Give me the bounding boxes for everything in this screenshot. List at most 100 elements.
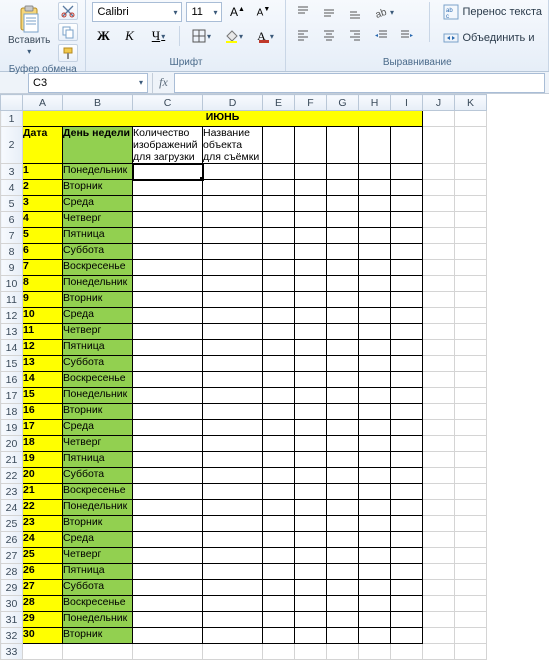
cell[interactable] bbox=[391, 228, 423, 244]
italic-button[interactable]: К bbox=[118, 26, 140, 46]
cell[interactable] bbox=[359, 580, 391, 596]
cell[interactable] bbox=[295, 372, 327, 388]
date-cell[interactable]: 19 bbox=[23, 452, 63, 468]
fill-color-button[interactable]: ▾ bbox=[219, 26, 247, 46]
row-header[interactable]: 11 bbox=[1, 292, 23, 308]
cell[interactable] bbox=[359, 596, 391, 612]
cell[interactable] bbox=[359, 164, 391, 180]
column-header[interactable]: F bbox=[295, 95, 327, 111]
cell[interactable] bbox=[203, 196, 263, 212]
cell[interactable] bbox=[295, 228, 327, 244]
cell[interactable] bbox=[133, 468, 203, 484]
cell[interactable] bbox=[391, 596, 423, 612]
cell[interactable] bbox=[203, 644, 263, 660]
cell[interactable] bbox=[423, 340, 455, 356]
weekday-cell[interactable]: Среда bbox=[63, 308, 133, 324]
name-box[interactable]: C3 ▾ bbox=[28, 73, 148, 93]
copy-button[interactable] bbox=[58, 23, 78, 41]
cell[interactable] bbox=[263, 516, 295, 532]
date-cell[interactable]: 5 bbox=[23, 228, 63, 244]
cell[interactable] bbox=[327, 628, 359, 644]
cell[interactable] bbox=[295, 340, 327, 356]
format-painter-button[interactable] bbox=[58, 44, 78, 62]
cell[interactable] bbox=[133, 484, 203, 500]
row-header[interactable]: 4 bbox=[1, 180, 23, 196]
cell[interactable] bbox=[391, 612, 423, 628]
date-cell[interactable]: 15 bbox=[23, 388, 63, 404]
font-name-combo[interactable]: Calibri ▾ bbox=[92, 2, 182, 22]
shrink-font-button[interactable]: A▼ bbox=[252, 2, 274, 22]
cell[interactable] bbox=[455, 596, 487, 612]
wrap-text-button[interactable]: abc Перенос текста bbox=[441, 2, 542, 22]
cell[interactable] bbox=[423, 580, 455, 596]
cell[interactable] bbox=[327, 548, 359, 564]
header-cell[interactable]: Дата bbox=[23, 127, 63, 164]
cell[interactable] bbox=[133, 324, 203, 340]
row-header[interactable]: 32 bbox=[1, 628, 23, 644]
cell[interactable] bbox=[133, 276, 203, 292]
cell[interactable] bbox=[203, 340, 263, 356]
cell[interactable] bbox=[263, 356, 295, 372]
cell[interactable] bbox=[391, 468, 423, 484]
cell[interactable] bbox=[359, 388, 391, 404]
cell[interactable] bbox=[391, 292, 423, 308]
cell[interactable] bbox=[203, 468, 263, 484]
cell[interactable] bbox=[423, 388, 455, 404]
cell[interactable] bbox=[327, 324, 359, 340]
date-cell[interactable]: 3 bbox=[23, 196, 63, 212]
cell[interactable] bbox=[203, 292, 263, 308]
row-header[interactable]: 8 bbox=[1, 244, 23, 260]
cell[interactable] bbox=[203, 596, 263, 612]
bold-button[interactable]: Ж bbox=[92, 26, 114, 46]
cell[interactable] bbox=[295, 276, 327, 292]
cell[interactable] bbox=[23, 644, 63, 660]
cell[interactable] bbox=[295, 596, 327, 612]
cell[interactable] bbox=[391, 180, 423, 196]
row-header[interactable]: 6 bbox=[1, 212, 23, 228]
cell[interactable] bbox=[295, 484, 327, 500]
cell[interactable] bbox=[391, 356, 423, 372]
weekday-cell[interactable]: Понедельник bbox=[63, 500, 133, 516]
cell[interactable] bbox=[263, 127, 295, 164]
cell[interactable] bbox=[263, 292, 295, 308]
cell[interactable] bbox=[391, 164, 423, 180]
cell[interactable] bbox=[327, 500, 359, 516]
cell[interactable] bbox=[327, 596, 359, 612]
row-header[interactable]: 3 bbox=[1, 164, 23, 180]
cell[interactable] bbox=[455, 644, 487, 660]
row-header[interactable]: 28 bbox=[1, 564, 23, 580]
cell[interactable] bbox=[359, 276, 391, 292]
cell[interactable] bbox=[133, 164, 203, 180]
cell[interactable] bbox=[133, 436, 203, 452]
cell[interactable] bbox=[391, 548, 423, 564]
cell[interactable] bbox=[133, 564, 203, 580]
cell[interactable] bbox=[359, 228, 391, 244]
cell[interactable] bbox=[203, 164, 263, 180]
cell[interactable] bbox=[423, 596, 455, 612]
cell[interactable] bbox=[263, 548, 295, 564]
row-header[interactable]: 18 bbox=[1, 404, 23, 420]
cell[interactable] bbox=[203, 244, 263, 260]
cell[interactable] bbox=[203, 372, 263, 388]
cell[interactable] bbox=[423, 404, 455, 420]
cell[interactable] bbox=[295, 548, 327, 564]
cell[interactable] bbox=[455, 356, 487, 372]
row-header[interactable]: 1 bbox=[1, 111, 23, 127]
cell[interactable] bbox=[327, 244, 359, 260]
weekday-cell[interactable]: Пятница bbox=[63, 564, 133, 580]
cell[interactable] bbox=[133, 404, 203, 420]
cell[interactable] bbox=[359, 180, 391, 196]
borders-button[interactable]: ▾ bbox=[187, 26, 215, 46]
paste-button[interactable]: Вставить ▾ bbox=[6, 2, 52, 58]
cell[interactable] bbox=[263, 628, 295, 644]
cell[interactable] bbox=[455, 612, 487, 628]
cell[interactable] bbox=[455, 180, 487, 196]
cell[interactable] bbox=[359, 308, 391, 324]
date-cell[interactable]: 24 bbox=[23, 532, 63, 548]
cell[interactable] bbox=[327, 372, 359, 388]
cell[interactable] bbox=[203, 324, 263, 340]
cell[interactable] bbox=[455, 628, 487, 644]
date-cell[interactable]: 17 bbox=[23, 420, 63, 436]
cell[interactable] bbox=[203, 276, 263, 292]
cell[interactable] bbox=[391, 420, 423, 436]
